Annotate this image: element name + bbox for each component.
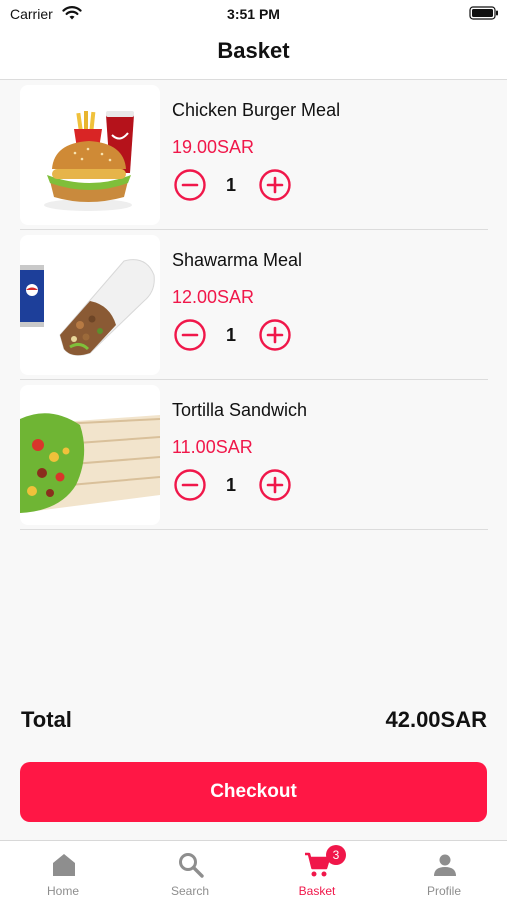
tab-label: Basket	[298, 884, 336, 898]
increase-quantity-button[interactable]	[259, 169, 291, 201]
decrease-quantity-button[interactable]	[174, 169, 206, 201]
tab-label: Home	[46, 884, 79, 898]
item-name: Tortilla Sandwich	[172, 400, 308, 420]
tab-label: Profile	[426, 884, 461, 898]
increase-quantity-button[interactable]	[259, 469, 291, 501]
checkout-button[interactable]: Checkout	[20, 762, 487, 822]
tab-bar: Home Search 3 Basket Profile	[0, 840, 507, 900]
quantity-value: 1	[225, 475, 236, 495]
item-price: 11.00SAR	[172, 437, 253, 457]
tab-home[interactable]: Home	[0, 841, 126, 900]
decrease-quantity-button[interactable]	[174, 319, 206, 351]
status-bar: Carrier 3:51 PM	[0, 0, 507, 28]
battery-icon	[469, 6, 499, 25]
person-icon	[431, 851, 459, 879]
status-time: 3:51 PM	[227, 6, 280, 22]
tortilla-sandwich-image	[20, 385, 160, 525]
basket-item: Tortilla Sandwich 11.00SAR 1	[20, 380, 488, 530]
item-name: Chicken Burger Meal	[172, 100, 341, 120]
total-label: Total	[21, 707, 72, 732]
chicken-burger-meal-image	[20, 85, 160, 225]
shawarma-meal-image	[20, 235, 160, 375]
cart-badge: 3	[326, 845, 346, 865]
total-row: Total 42.00SAR	[20, 703, 487, 737]
decrease-quantity-button[interactable]	[174, 469, 206, 501]
item-price: 19.00SAR	[172, 137, 255, 157]
increase-quantity-button[interactable]	[259, 319, 291, 351]
tab-profile[interactable]: Profile	[381, 841, 507, 900]
item-name: Shawarma Meal	[172, 250, 303, 270]
quantity-value: 1	[225, 325, 236, 345]
basket-item: Chicken Burger Meal 19.00SAR 1	[20, 80, 488, 230]
page-title: Basket	[217, 38, 290, 63]
total-value: 42.00SAR	[385, 707, 487, 732]
search-icon	[177, 851, 205, 879]
item-price: 12.00SAR	[172, 287, 255, 307]
tab-search[interactable]: Search	[127, 841, 253, 900]
navigation-bar: Basket	[0, 28, 507, 80]
basket-item: Shawarma Meal 12.00SAR 1	[20, 230, 488, 380]
home-icon	[50, 851, 78, 879]
tab-label: Search	[170, 884, 210, 898]
quantity-value: 1	[225, 175, 236, 195]
tab-basket[interactable]: 3 Basket	[254, 841, 380, 900]
